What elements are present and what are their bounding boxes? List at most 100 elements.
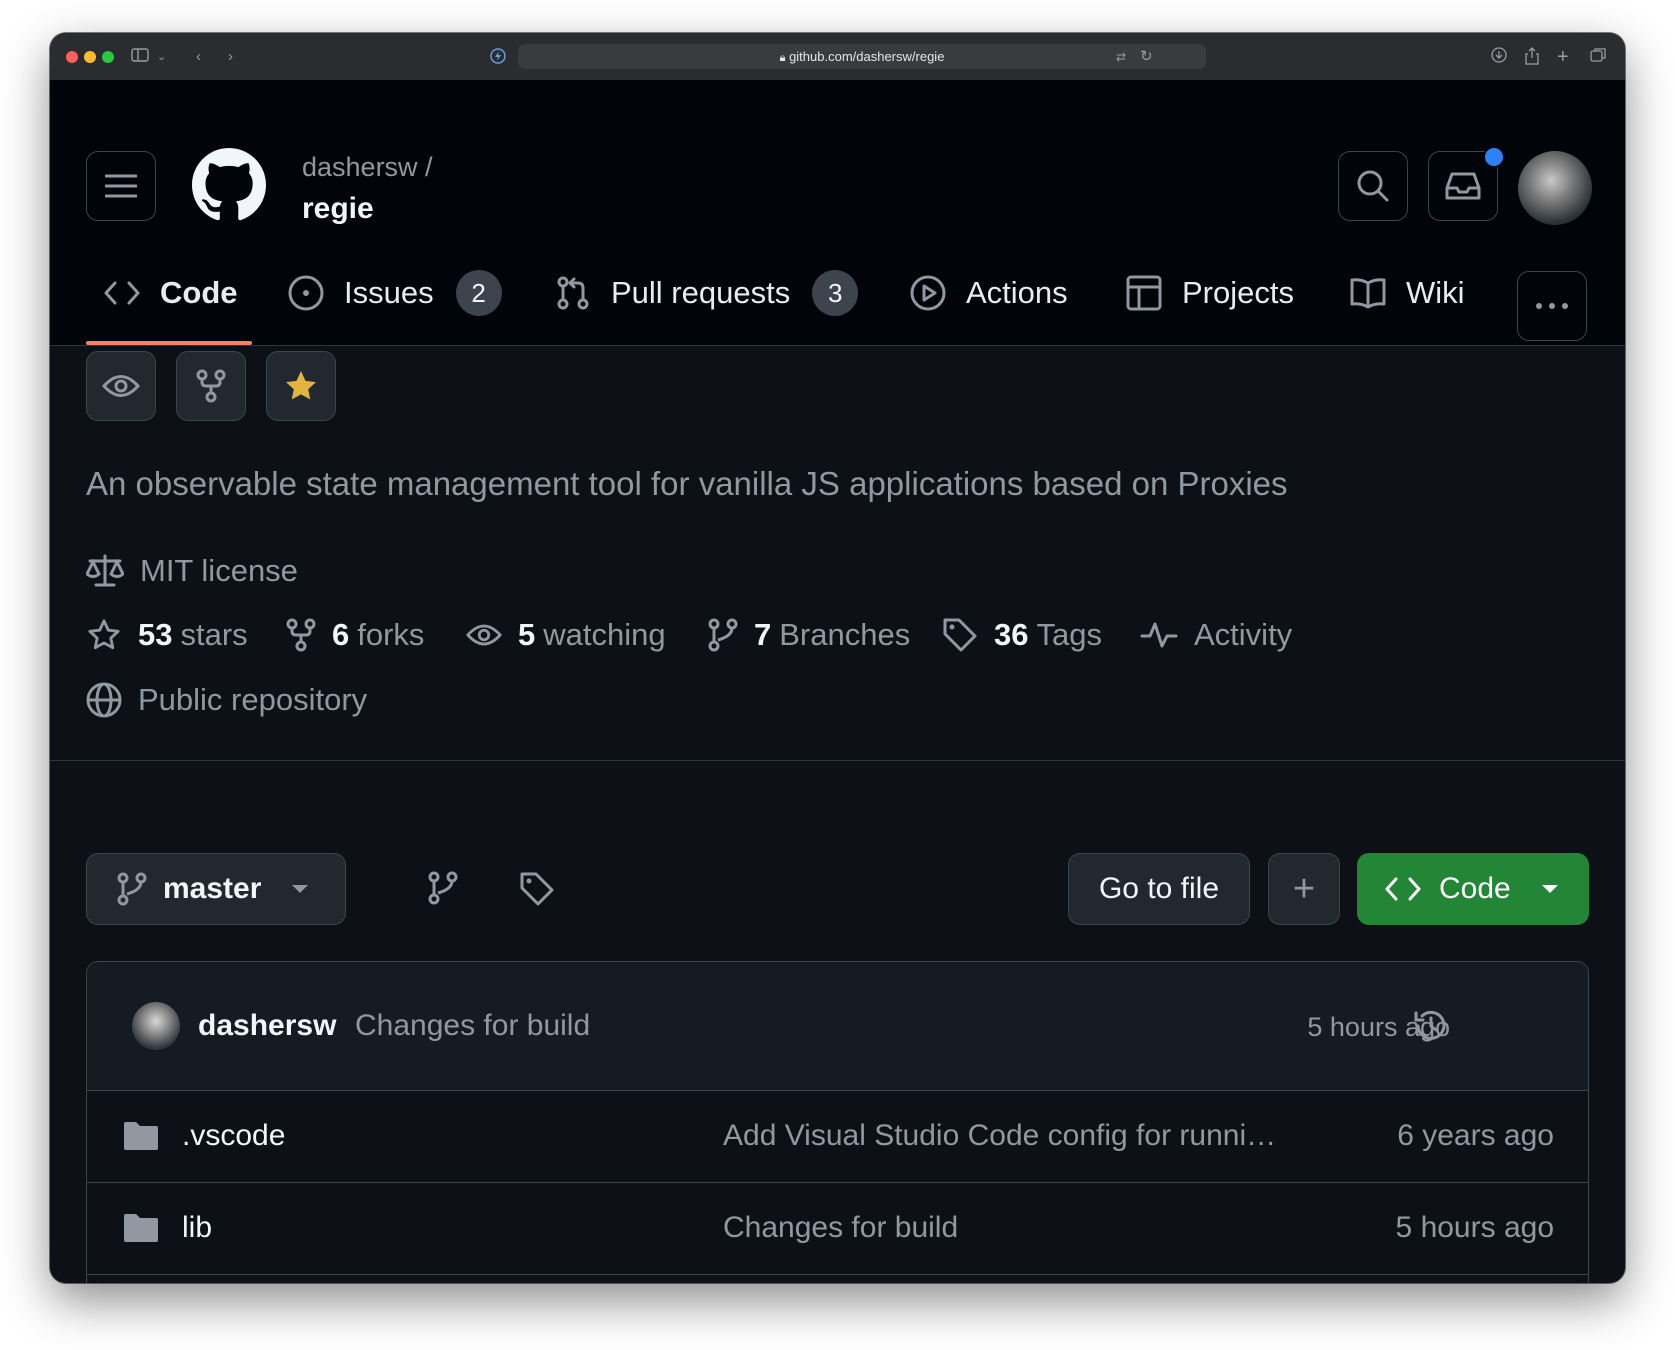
fork-icon	[196, 369, 226, 403]
tab-pull-requests[interactable]: Pull requests 3	[555, 269, 859, 317]
privacy-shield-icon[interactable]	[490, 48, 506, 70]
watching-count: 5	[518, 617, 536, 652]
chevron-down-icon[interactable]: ⌄	[157, 47, 166, 67]
reload-icon[interactable]: ↻	[1140, 47, 1153, 67]
tab-label: Actions	[966, 275, 1068, 310]
file-name-link[interactable]: .vscode	[182, 1119, 285, 1153]
lock-icon: 🔒︎	[779, 52, 786, 64]
forward-icon[interactable]: ›	[228, 47, 233, 67]
branches-link[interactable]: 7 Branches	[708, 617, 910, 653]
star-button[interactable]	[266, 351, 336, 421]
tab-label: Wiki	[1406, 275, 1465, 310]
file-browser: dashersw Changes for build 5 hours ago .…	[86, 961, 1589, 1283]
code-button-label: Code	[1439, 872, 1511, 905]
browser-toolbar: ⌄ ‹ › 🔒︎ github.com/dashersw/regie ⇄ ↻ +	[50, 33, 1625, 81]
commit-author[interactable]: dashersw	[198, 1009, 336, 1043]
watchers-link[interactable]: 5 watching	[466, 617, 666, 653]
play-icon	[910, 275, 946, 311]
book-icon	[1350, 278, 1386, 309]
caret-down-icon	[292, 885, 309, 893]
download-icon[interactable]	[1491, 47, 1507, 69]
share-icon[interactable]	[1524, 47, 1540, 71]
new-tab-icon[interactable]: +	[1557, 47, 1569, 67]
go-to-file-label: Go to file	[1098, 872, 1220, 905]
stars-link[interactable]: 53 stars	[86, 617, 248, 653]
url-text: github.com/dashersw/regie	[789, 49, 945, 64]
tab-wiki[interactable]: Wiki	[1350, 269, 1465, 317]
search-button[interactable]	[1338, 151, 1408, 221]
kebab-dot	[1549, 303, 1555, 309]
minimize-window-button[interactable]	[84, 51, 96, 63]
author-avatar[interactable]	[132, 1002, 180, 1050]
repo-owner-link[interactable]: dashersw /	[302, 152, 433, 183]
tab-label: Pull requests	[611, 275, 791, 310]
close-window-button[interactable]	[66, 51, 78, 63]
repo-name-link[interactable]: regie	[302, 192, 374, 226]
activity-label: Activity	[1194, 617, 1293, 652]
branches-button[interactable]	[428, 871, 458, 910]
tab-code[interactable]: Code	[104, 269, 238, 317]
tab-actions[interactable]: Actions	[910, 269, 1068, 317]
latest-commit-row: dashersw Changes for build 5 hours ago	[87, 962, 1588, 1091]
github-logo[interactable]	[192, 148, 266, 222]
tags-link[interactable]: 36 Tags	[942, 617, 1102, 653]
pull-request-icon	[557, 276, 589, 310]
tags-button[interactable]	[519, 871, 555, 912]
sidebar-toggle-icon[interactable]	[131, 47, 151, 69]
file-age: 6 years ago	[1397, 1119, 1554, 1152]
tab-overview-icon[interactable]	[1590, 47, 1607, 69]
table-row[interactable]: lib Changes for build 5 hours ago	[87, 1182, 1588, 1275]
license-link[interactable]: MIT license	[86, 553, 298, 589]
branches-count: 7	[754, 617, 772, 652]
file-commit-message[interactable]: Add Visual Studio Code config for runni…	[723, 1119, 1276, 1153]
tag-icon	[943, 618, 977, 652]
branch-selector[interactable]: master	[86, 853, 346, 925]
history-button[interactable]	[1412, 1007, 1450, 1050]
code-dropdown-button[interactable]: Code	[1357, 853, 1589, 925]
active-tab-indicator	[86, 341, 252, 345]
file-commit-message[interactable]: Changes for build	[723, 1211, 958, 1245]
plus-icon: +	[1292, 867, 1316, 910]
menu-button[interactable]	[86, 151, 156, 221]
go-to-file-button[interactable]: Go to file	[1068, 853, 1250, 925]
file-age: 5 hours ago	[1395, 1211, 1554, 1244]
branch-icon	[117, 872, 147, 906]
branch-icon	[428, 871, 458, 905]
commit-message[interactable]: Changes for build	[355, 1009, 590, 1043]
notification-indicator	[1483, 146, 1505, 168]
stars-count: 53	[138, 617, 173, 652]
table-row[interactable]: .vscode Add Visual Studio Code config fo…	[87, 1090, 1588, 1183]
activity-link[interactable]: Activity	[1140, 617, 1292, 653]
law-scale-icon	[86, 554, 124, 587]
kebab-dot	[1562, 303, 1568, 309]
tags-label: Tags	[1036, 617, 1102, 652]
watching-label: watching	[543, 617, 666, 652]
zoom-window-button[interactable]	[102, 51, 114, 63]
code-icon	[1385, 877, 1421, 901]
back-icon[interactable]: ‹	[196, 47, 201, 67]
star-filled-icon	[286, 371, 316, 400]
globe-icon	[86, 682, 122, 718]
fork-button[interactable]	[176, 351, 246, 421]
watch-button[interactable]	[86, 351, 156, 421]
forks-link[interactable]: 6 forks	[286, 617, 424, 653]
tab-issues[interactable]: Issues 2	[288, 269, 502, 317]
tab-projects[interactable]: Projects	[1126, 269, 1294, 317]
visibility-info: Public repository	[86, 682, 367, 718]
translate-icon[interactable]: ⇄	[1116, 47, 1126, 67]
history-icon	[1414, 1010, 1446, 1040]
user-avatar[interactable]	[1518, 151, 1592, 225]
eye-icon	[102, 375, 140, 397]
more-tabs-button[interactable]	[1517, 271, 1587, 341]
address-bar[interactable]: 🔒︎ github.com/dashersw/regie	[518, 44, 1206, 69]
issues-counter: 2	[455, 270, 502, 316]
add-file-button[interactable]: +	[1268, 853, 1340, 925]
tag-icon	[520, 872, 554, 906]
section-divider	[50, 760, 1625, 761]
repo-header: dashersw / regie Code Issues 2 Pull requ…	[50, 80, 1625, 346]
tab-label: Issues	[344, 275, 434, 310]
file-name-link[interactable]: lib	[182, 1211, 212, 1245]
fork-icon	[286, 618, 316, 652]
tab-label: Code	[160, 275, 238, 310]
kebab-dot	[1536, 303, 1542, 309]
